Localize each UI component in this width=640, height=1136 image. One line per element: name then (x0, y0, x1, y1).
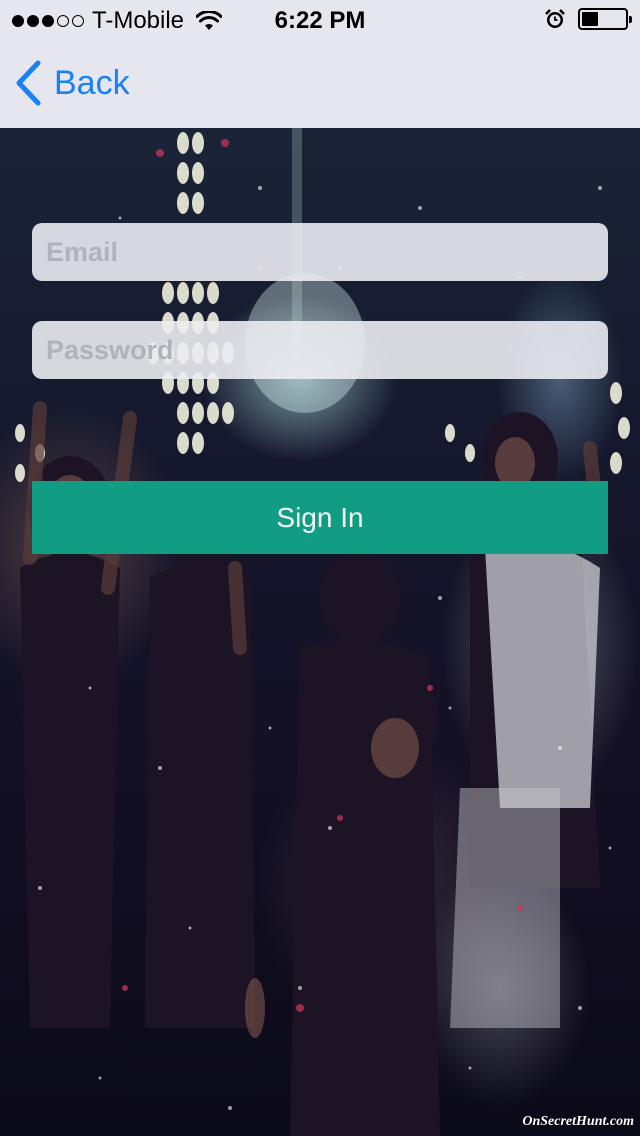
chevron-left-icon (16, 60, 41, 106)
email-field[interactable] (32, 223, 608, 281)
password-field[interactable] (32, 321, 608, 379)
alarm-icon (545, 9, 565, 28)
battery-level (582, 12, 599, 26)
navigation-bar: Back (0, 40, 640, 128)
back-label: Back (54, 63, 130, 102)
status-right (544, 8, 632, 30)
back-button[interactable]: Back (14, 60, 130, 106)
sign-in-button[interactable]: Sign In (32, 481, 608, 554)
watermark-text: OnSecretHunt.com (522, 1114, 634, 1129)
battery-icon (578, 8, 632, 30)
status-bar: T-Mobile 6:22 PM (0, 0, 640, 40)
